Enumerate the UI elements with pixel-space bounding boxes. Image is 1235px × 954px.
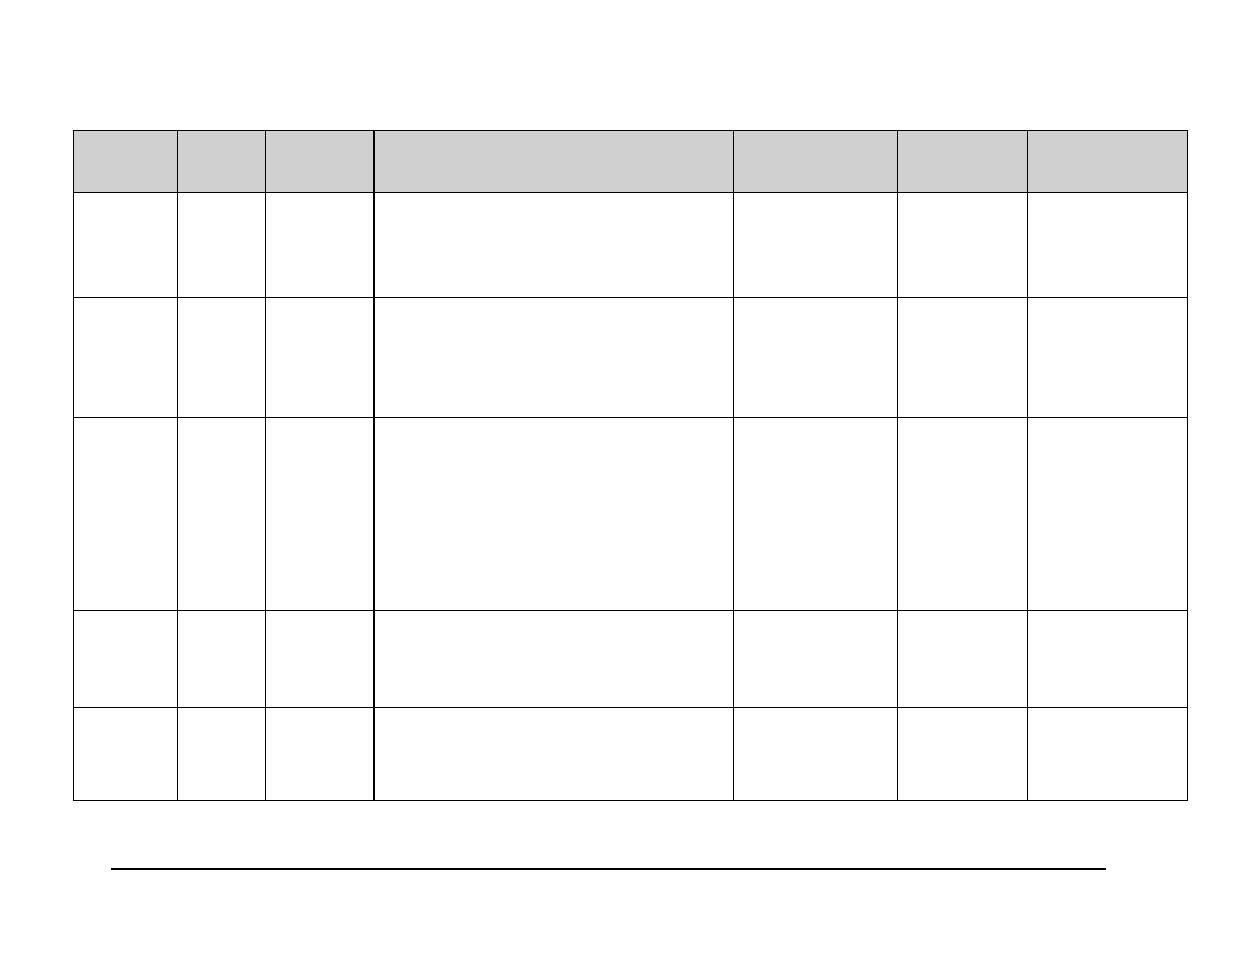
document-page <box>0 0 1235 954</box>
table-cell <box>898 298 1028 418</box>
table-cell <box>74 298 178 418</box>
table-cell <box>734 298 898 418</box>
table-cell <box>374 611 734 708</box>
table-cell <box>266 611 374 708</box>
table-cell <box>734 611 898 708</box>
table-row <box>74 418 1188 611</box>
table-cell <box>1028 708 1188 801</box>
table-row <box>74 193 1188 298</box>
table-cell <box>374 298 734 418</box>
table-cell <box>374 708 734 801</box>
table-row <box>74 611 1188 708</box>
table-row <box>74 708 1188 801</box>
table-header <box>74 131 1188 193</box>
table-header-cell <box>898 131 1028 193</box>
data-table <box>73 130 1188 801</box>
table-cell <box>374 418 734 611</box>
table-header-row <box>74 131 1188 193</box>
table-header-cell <box>178 131 266 193</box>
table-header-cell <box>1028 131 1188 193</box>
table-header-cell <box>374 131 734 193</box>
table-cell <box>898 418 1028 611</box>
table-header-cell <box>734 131 898 193</box>
table-cell <box>178 611 266 708</box>
table-cell <box>898 708 1028 801</box>
table-cell <box>74 708 178 801</box>
table-cell <box>178 708 266 801</box>
table-cell <box>178 298 266 418</box>
table-cell <box>1028 193 1188 298</box>
table-cell <box>898 611 1028 708</box>
table-cell <box>74 611 178 708</box>
table-cell <box>734 708 898 801</box>
table-cell <box>178 418 266 611</box>
table-cell <box>266 418 374 611</box>
table-cell <box>74 193 178 298</box>
table-body <box>74 193 1188 801</box>
table-cell <box>74 418 178 611</box>
table-row <box>74 298 1188 418</box>
table-cell <box>266 708 374 801</box>
table-cell <box>1028 298 1188 418</box>
table-cell <box>734 193 898 298</box>
table-header-cell <box>266 131 374 193</box>
table-cell <box>374 193 734 298</box>
table-cell <box>266 193 374 298</box>
table-cell <box>734 418 898 611</box>
table-cell <box>898 193 1028 298</box>
footer-divider <box>111 868 1106 870</box>
table-cell <box>1028 611 1188 708</box>
table-cell <box>178 193 266 298</box>
table-cell <box>266 298 374 418</box>
table-header-cell <box>74 131 178 193</box>
table-cell <box>1028 418 1188 611</box>
